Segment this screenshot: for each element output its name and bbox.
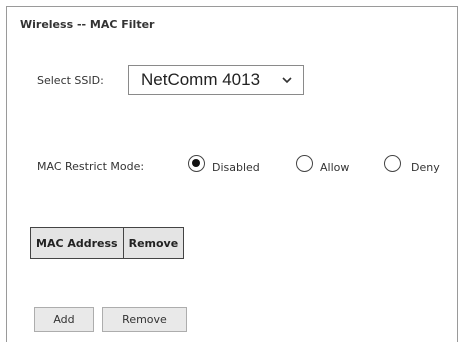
column-header-remove: Remove bbox=[122, 227, 185, 259]
column-header-mac-address: MAC Address bbox=[30, 227, 124, 259]
radio-allow-label: Allow bbox=[320, 161, 350, 174]
ssid-selected-value: NetComm 4013 bbox=[141, 70, 261, 89]
add-button[interactable]: Add bbox=[34, 307, 94, 332]
remove-button[interactable]: Remove bbox=[102, 307, 187, 332]
content-frame bbox=[6, 6, 458, 342]
chevron-down-icon bbox=[282, 77, 292, 84]
radio-allow[interactable] bbox=[296, 155, 313, 172]
mac-filter-table: MAC Address Remove bbox=[30, 227, 185, 259]
table-header-row: MAC Address Remove bbox=[30, 227, 185, 259]
page-title: Wireless -- MAC Filter bbox=[20, 18, 155, 31]
radio-disabled-label: Disabled bbox=[212, 161, 260, 174]
radio-deny[interactable] bbox=[384, 155, 401, 172]
radio-deny-label: Deny bbox=[411, 161, 440, 174]
radio-disabled[interactable] bbox=[188, 155, 205, 172]
mac-restrict-mode-label: MAC Restrict Mode: bbox=[37, 160, 145, 173]
ssid-select[interactable]: NetComm 4013 bbox=[128, 65, 304, 95]
ssid-label: Select SSID: bbox=[37, 74, 104, 87]
